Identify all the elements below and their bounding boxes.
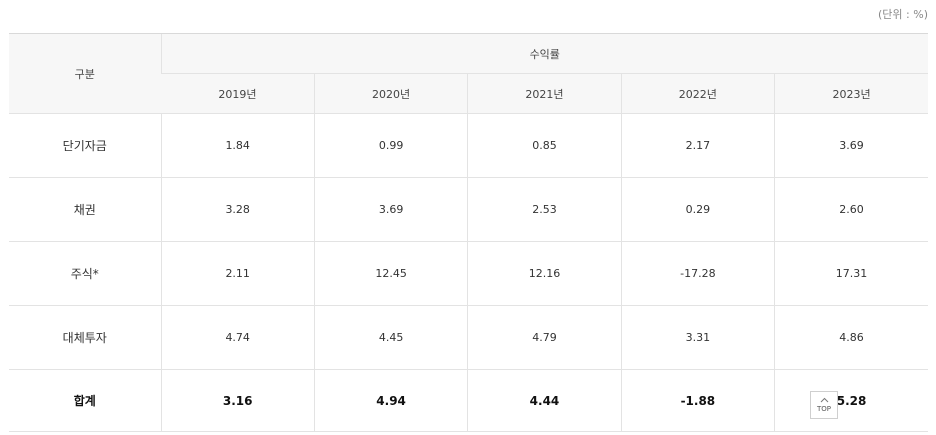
table-cell: 3.28 [160, 177, 315, 242]
table-cell: 2.60 [774, 177, 928, 242]
row-label: 단기자금 [9, 113, 161, 178]
table-cell: 3.31 [620, 305, 775, 370]
table-header: 구분 수익률 2019년 2020년 2021년 2022년 2023년 [9, 33, 928, 114]
table-cell: -17.28 [620, 241, 775, 306]
header-year: 2022년 [620, 73, 775, 114]
table-cell: 5.28 [774, 369, 928, 432]
top-button-label: TOP [816, 405, 831, 413]
table-cell: 1.84 [160, 113, 315, 178]
table-row: 단기자금 1.84 0.99 0.85 2.17 3.69 [9, 113, 928, 178]
table-row: 주식* 2.11 12.45 12.16 -17.28 17.31 [9, 241, 928, 306]
table-body: 단기자금 1.84 0.99 0.85 2.17 3.69 채권 3.28 3.… [9, 113, 928, 432]
table-row: 대체투자 4.74 4.45 4.79 3.31 4.86 [9, 305, 928, 370]
table-cell: 2.53 [467, 177, 622, 242]
chevron-up-icon [820, 397, 829, 405]
table-cell: 12.45 [313, 241, 468, 306]
table-row: 채권 3.28 3.69 2.53 0.29 2.60 [9, 177, 928, 242]
header-year: 2020년 [313, 73, 468, 114]
table-cell: 3.16 [160, 369, 315, 432]
scroll-to-top-button[interactable]: TOP [810, 391, 838, 419]
table-cell: 0.99 [313, 113, 468, 178]
table-cell: 4.45 [313, 305, 468, 370]
header-category: 구분 [9, 33, 161, 114]
header-year: 2021년 [467, 73, 622, 114]
row-label: 주식* [9, 241, 161, 306]
table-cell: 12.16 [467, 241, 622, 306]
row-label: 합계 [9, 369, 161, 432]
table-cell: 4.74 [160, 305, 315, 370]
table-cell: -1.88 [620, 369, 775, 432]
table-cell: 17.31 [774, 241, 928, 306]
table-cell: 0.29 [620, 177, 775, 242]
table-cell: 2.17 [620, 113, 775, 178]
returns-table: 구분 수익률 2019년 2020년 2021년 2022년 2023년 단기자… [9, 33, 928, 432]
header-returns-group: 수익률 [160, 33, 928, 74]
table-cell: 4.79 [467, 305, 622, 370]
table-cell: 4.94 [313, 369, 468, 432]
row-label: 채권 [9, 177, 161, 242]
header-year: 2023년 [774, 73, 928, 114]
table-cell: 3.69 [313, 177, 468, 242]
table-cell: 4.86 [774, 305, 928, 370]
table-row-total: 합계 3.16 4.94 4.44 -1.88 5.28 [9, 369, 928, 432]
table-cell: 2.11 [160, 241, 315, 306]
table-cell: 0.85 [467, 113, 622, 178]
table-cell: 3.69 [774, 113, 928, 178]
unit-note: (단위 : %) [878, 8, 928, 21]
header-year: 2019년 [161, 73, 315, 114]
table-cell: 4.44 [467, 369, 622, 432]
row-label: 대체투자 [9, 305, 161, 370]
